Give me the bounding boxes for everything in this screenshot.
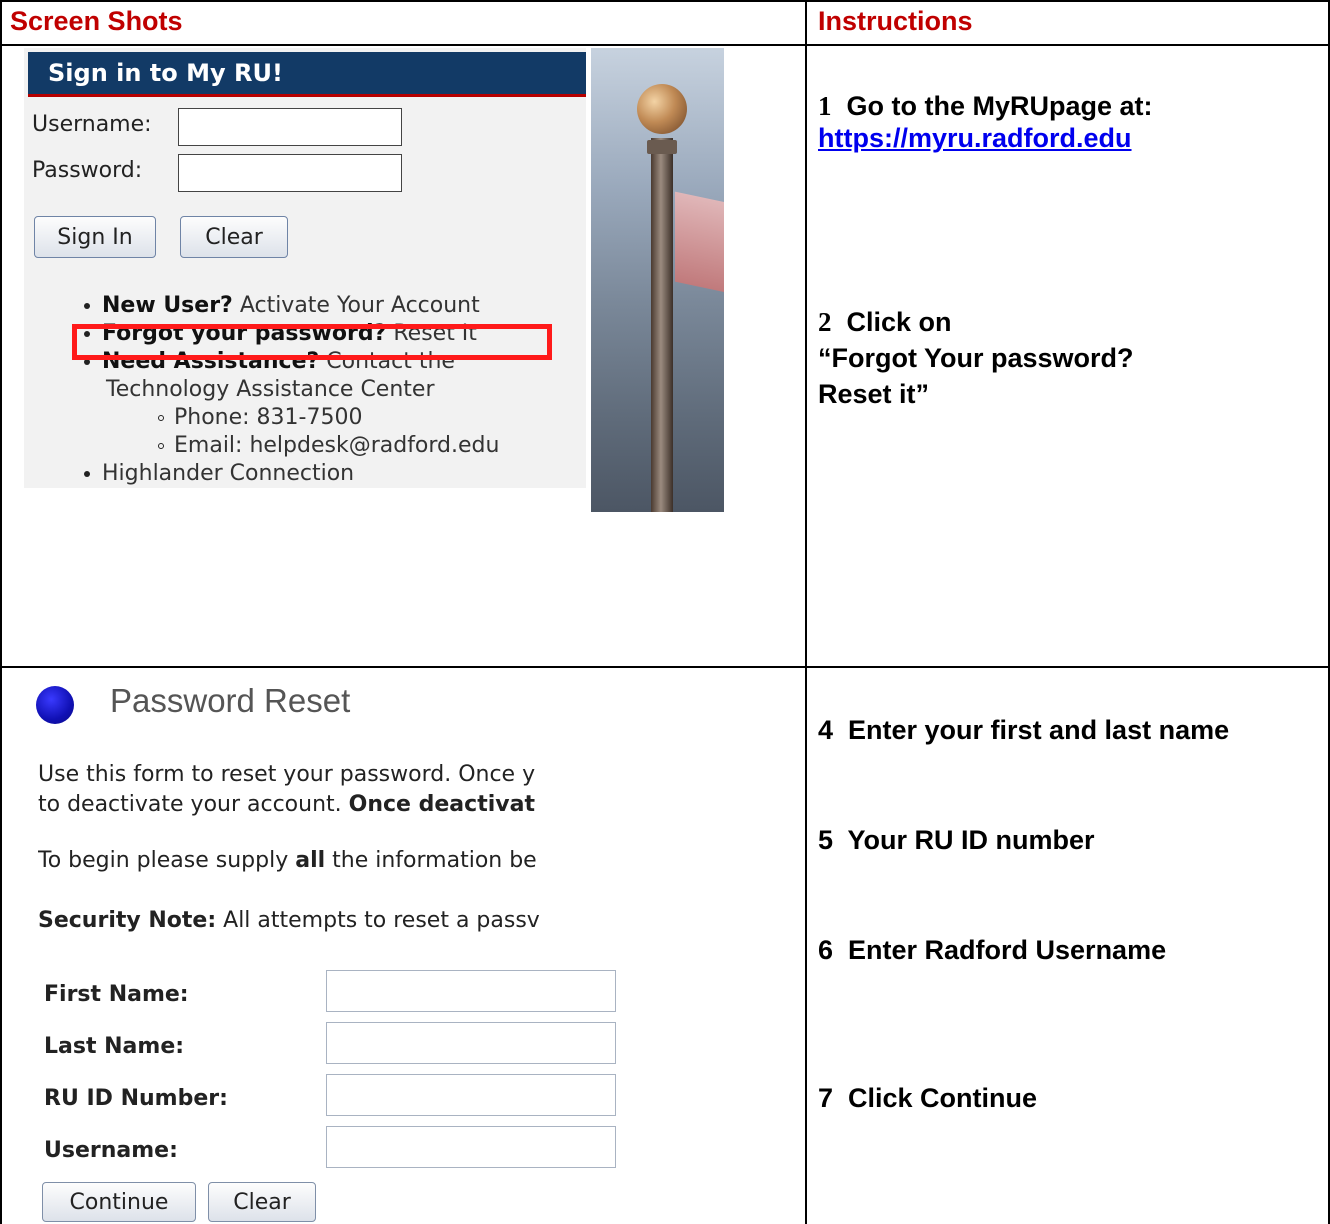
step-1-text: Go to the MyRUpage at: bbox=[846, 91, 1153, 121]
flag-shape bbox=[675, 191, 724, 295]
pole-ball-shape bbox=[637, 84, 687, 134]
instruction-step-2: 2 Click on bbox=[818, 304, 952, 340]
reset-clear-button[interactable]: Clear bbox=[208, 1182, 316, 1222]
last-name-label: Last Name: bbox=[44, 1034, 185, 1059]
instruction-step-2-line2: “Forgot Your password? bbox=[818, 343, 1134, 373]
pole-shape bbox=[651, 138, 673, 512]
reset-username-input[interactable] bbox=[326, 1126, 616, 1168]
instruction-step-1: 1 Go to the MyRUpage at: bbox=[818, 88, 1153, 124]
header-instructions: Instructions bbox=[818, 6, 973, 36]
begin-rest-text: the information be bbox=[332, 848, 537, 873]
step-2-number: 2 bbox=[818, 307, 832, 337]
list-item-highlander: Highlander Connection bbox=[84, 460, 354, 488]
first-name-input[interactable] bbox=[326, 970, 616, 1012]
table-border-left bbox=[0, 0, 2, 1224]
bullet-icon bbox=[84, 303, 90, 309]
signin-clear-button[interactable]: Clear bbox=[180, 216, 288, 258]
circle-bullet-icon bbox=[158, 415, 164, 421]
new-user-label: New User? bbox=[102, 293, 233, 318]
password-label: Password: bbox=[32, 158, 143, 183]
continue-button[interactable]: Continue bbox=[42, 1182, 196, 1222]
header-screen-shots: Screen Shots bbox=[10, 6, 183, 36]
all-bold-text: all bbox=[295, 848, 326, 873]
reset-begin-text: To begin please supply all the informati… bbox=[38, 848, 636, 873]
flagpole-photo bbox=[591, 48, 724, 512]
password-reset-screenshot: Password Reset Use this form to reset yo… bbox=[24, 680, 794, 1224]
sign-in-button[interactable]: Sign In bbox=[34, 216, 156, 258]
ru-id-input[interactable] bbox=[326, 1074, 616, 1116]
ru-id-label: RU ID Number: bbox=[44, 1086, 228, 1111]
reset-username-label: Username: bbox=[44, 1138, 178, 1163]
last-name-input[interactable] bbox=[326, 1022, 616, 1064]
reset-intro-line1: Use this form to reset your password. On… bbox=[38, 762, 536, 787]
table-column-divider bbox=[805, 0, 807, 1224]
password-reset-title: Password Reset bbox=[110, 682, 351, 719]
step-1-number: 1 bbox=[818, 91, 832, 121]
signin-panel: Sign in to My RU! Username: Password: Si… bbox=[24, 48, 586, 488]
reset-intro-line2: to deactivate your account. Once deactiv… bbox=[38, 792, 636, 817]
table-row-divider bbox=[0, 666, 1330, 668]
instruction-step-6: 6 Enter Radford Username bbox=[818, 935, 1167, 965]
table-header-divider bbox=[0, 44, 1330, 46]
myru-link[interactable]: https://myru.radford.edu bbox=[818, 123, 1132, 153]
phone-text: Phone: 831-7500 bbox=[174, 405, 363, 430]
instruction-step-5: 5 Your RU ID number bbox=[818, 825, 1095, 855]
step-2-text: Click on bbox=[846, 307, 952, 337]
first-name-label: First Name: bbox=[44, 982, 189, 1007]
pole-collar-shape bbox=[647, 140, 677, 154]
highlight-box bbox=[72, 324, 552, 360]
password-input[interactable] bbox=[178, 154, 402, 192]
bullet-icon bbox=[84, 471, 90, 477]
email-text: Email: helpdesk@radford.edu bbox=[174, 433, 500, 458]
activate-account-link[interactable]: Activate Your Account bbox=[240, 293, 480, 318]
username-input[interactable] bbox=[178, 108, 402, 146]
list-item-email: Email: helpdesk@radford.edu bbox=[158, 432, 499, 460]
signin-title: Sign in to My RU! bbox=[28, 52, 586, 94]
signin-screenshot: Sign in to My RU! Username: Password: Si… bbox=[24, 48, 724, 512]
signin-title-rule bbox=[28, 94, 586, 97]
instruction-step-7: 7 Click Continue bbox=[818, 1083, 1038, 1113]
instruction-step-2-line3: Reset it” bbox=[818, 379, 930, 409]
instruction-step-4: 4 Enter your first and last name bbox=[818, 715, 1230, 745]
username-label: Username: bbox=[32, 112, 152, 137]
instruction-step-1-link: https://myru.radford.edu bbox=[818, 120, 1132, 156]
table-border-top bbox=[0, 0, 1330, 2]
deactivated-bold-text: Once deactivat bbox=[348, 792, 535, 817]
deactivate-text: to deactivate your account. bbox=[38, 792, 342, 817]
assistance-center-text: Technology Assistance Center bbox=[106, 377, 435, 402]
begin-text: To begin please supply bbox=[38, 848, 289, 873]
circle-bullet-icon bbox=[158, 443, 164, 449]
blue-dot-icon bbox=[36, 686, 74, 724]
list-item-new-user: New User? Activate Your Account bbox=[84, 292, 480, 320]
security-note: Security Note: All attempts to reset a p… bbox=[38, 908, 636, 933]
security-note-text: All attempts to reset a passv bbox=[223, 908, 540, 933]
highlander-connection-link[interactable]: Highlander Connection bbox=[102, 461, 354, 486]
list-item-phone: Phone: 831-7500 bbox=[158, 404, 362, 432]
security-note-label: Security Note: bbox=[38, 908, 217, 933]
